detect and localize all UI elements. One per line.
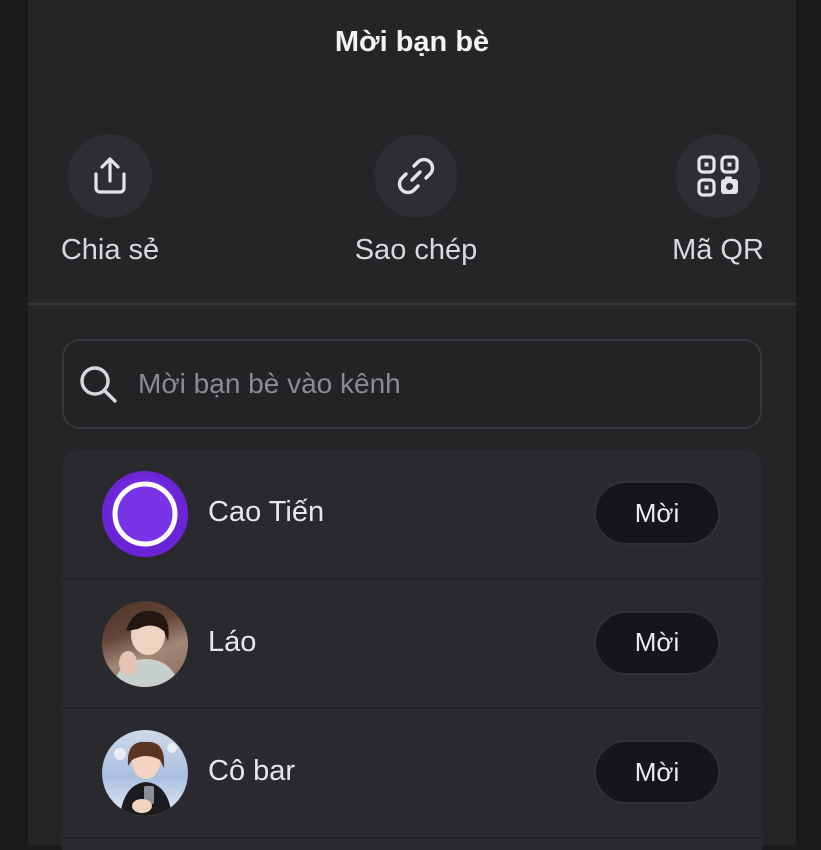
invite-friends-sheet: Mời bạn bè Chia sẻ Sao chép Mã QR Mời bạ… (28, 0, 798, 850)
share-button[interactable] (68, 134, 152, 218)
page-title: Mời bạn bè (334, 26, 490, 58)
share-label: Chia sẻ (60, 234, 160, 266)
link-icon (397, 157, 435, 195)
invite-button[interactable]: Mời (594, 610, 720, 675)
divider (28, 303, 796, 305)
friend-name: Cô bar (208, 755, 296, 787)
search-input[interactable] (138, 368, 760, 400)
copy-link-button[interactable] (374, 134, 458, 218)
avatar (102, 730, 188, 816)
qr-code-icon (697, 155, 739, 197)
list-item: Cô bar Mời (62, 709, 762, 839)
copy-link-action[interactable]: Sao chép (336, 134, 496, 267)
invite-button[interactable]: Mời (594, 481, 720, 545)
copy-link-label: Sao chép (354, 234, 478, 266)
avatar (102, 600, 188, 687)
avatar (102, 471, 188, 557)
qr-code-action[interactable]: Mã QR (638, 134, 798, 267)
friend-name: Cao Tiến (208, 496, 325, 528)
search-icon (80, 366, 117, 403)
list-item: Láo Mời (62, 580, 762, 709)
friend-name: Láo (208, 625, 257, 658)
list-item: Cao Tiến Mời (62, 450, 762, 580)
qr-code-button[interactable] (676, 134, 760, 218)
friends-list: Cao Tiến Mời Láo Mời Cô bar Mời (62, 450, 762, 850)
qr-code-label: Mã QR (672, 234, 764, 266)
share-action[interactable]: Chia sẻ (30, 134, 190, 267)
share-icon (94, 157, 126, 194)
invite-button[interactable]: Mời (594, 740, 720, 804)
search-box[interactable] (62, 339, 762, 429)
